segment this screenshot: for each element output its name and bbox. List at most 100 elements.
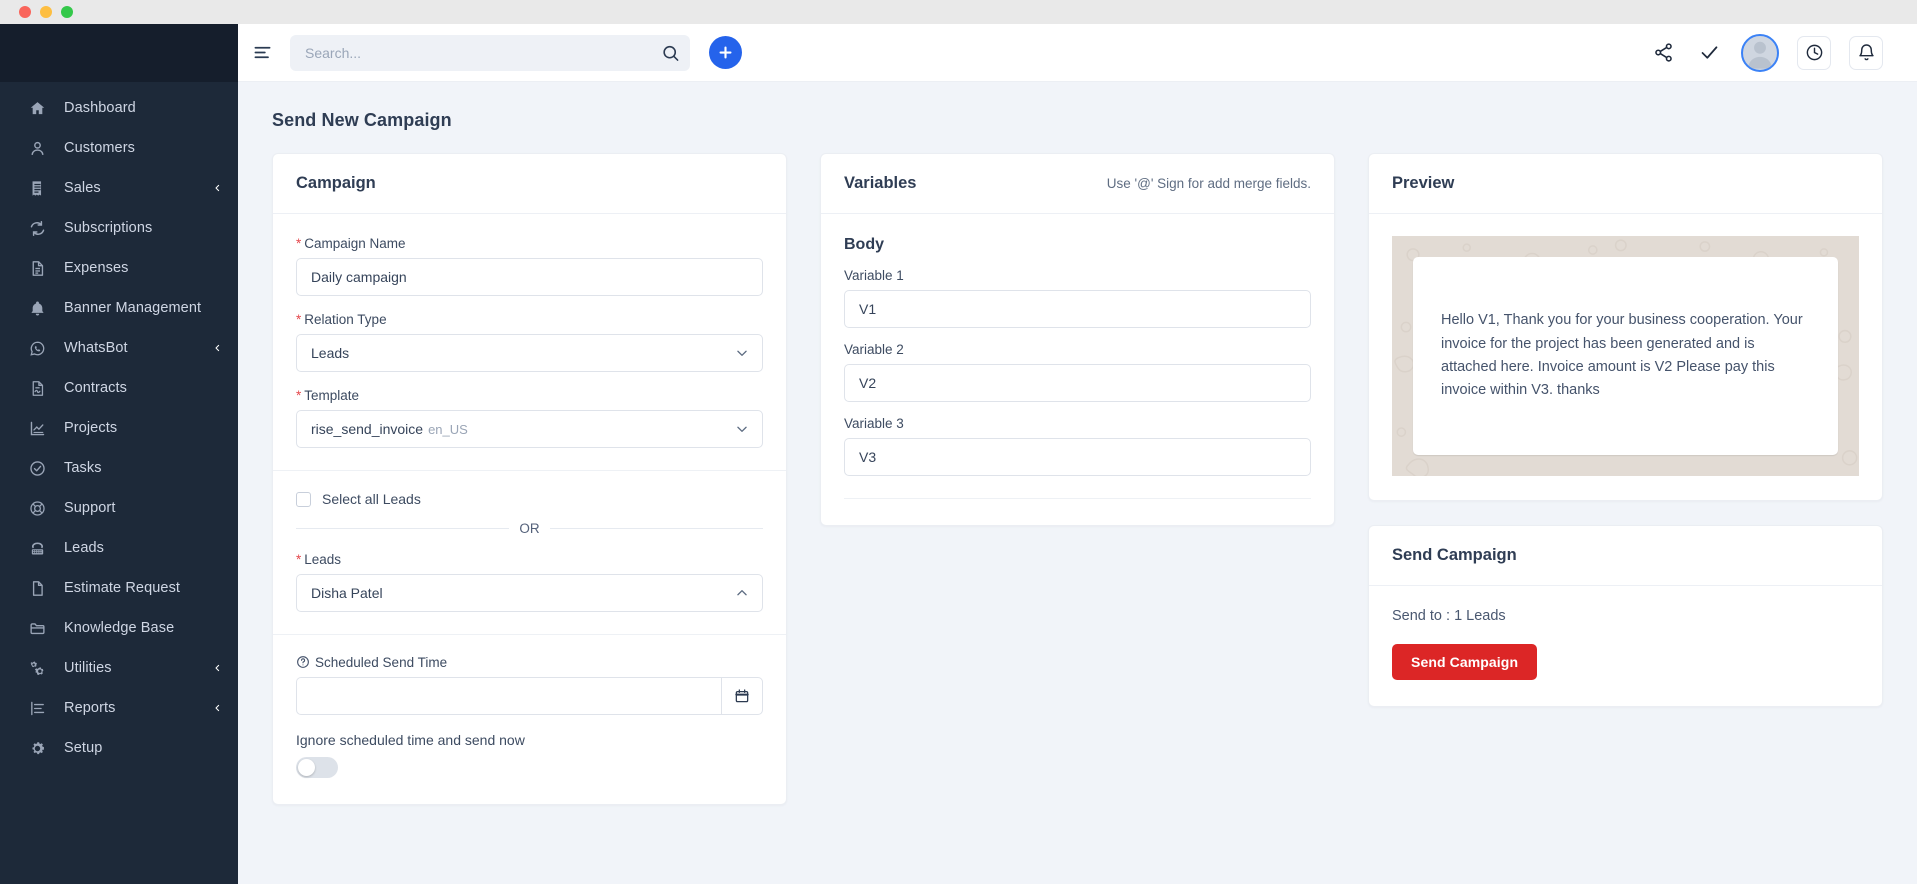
message-bubble: Hello V1, Thank you for your business co… [1413, 257, 1838, 455]
sidebar-item-label: Knowledge Base [64, 620, 222, 636]
scheduled-send-time-input[interactable] [296, 677, 721, 715]
sidebar-item-banner-management[interactable]: Banner Management [0, 288, 238, 328]
leads-label-text: Leads [304, 552, 341, 567]
sidebar-item-utilities[interactable]: Utilities [0, 648, 238, 688]
ignore-schedule-toggle[interactable] [296, 757, 338, 778]
variables-card: Variables Use '@' Sign for add merge fie… [820, 153, 1335, 526]
select-all-leads-checkbox[interactable] [296, 492, 311, 507]
sidebar-item-label: Utilities [64, 660, 213, 676]
variable-input[interactable] [844, 438, 1311, 476]
variable-input[interactable] [844, 290, 1311, 328]
variable-field: Variable 3 [844, 416, 1311, 476]
sidebar-item-whatsbot[interactable]: WhatsBot [0, 328, 238, 368]
column-campaign: Campaign *Campaign Name *Relation Type [272, 153, 787, 805]
folder-icon [24, 618, 50, 638]
required-marker: * [296, 236, 301, 251]
relation-type-label-text: Relation Type [304, 312, 386, 327]
chevron-down-icon [735, 346, 749, 360]
sidebar-item-label: Expenses [64, 260, 222, 276]
template-locale: en_US [428, 422, 468, 437]
avatar[interactable] [1741, 34, 1779, 72]
variable-field: Variable 1 [844, 268, 1311, 328]
window-minimize-button[interactable] [40, 6, 52, 18]
sidebar-item-label: Tasks [64, 460, 222, 476]
lifebuoy-icon [24, 498, 50, 518]
campaign-card-body: *Campaign Name *Relation Type Leads [273, 214, 786, 804]
sidebar-item-label: Reports [64, 700, 213, 716]
relation-type-select[interactable]: Leads [296, 334, 763, 372]
search-icon[interactable] [661, 43, 680, 62]
plus-icon[interactable] [709, 36, 742, 69]
home-icon [24, 98, 50, 118]
sidebar-item-contracts[interactable]: Contracts [0, 368, 238, 408]
variables-merge-hint: Use '@' Sign for add merge fields. [1107, 176, 1311, 191]
sidebar-nav-list: DashboardCustomersSalesSubscriptions Expe… [0, 82, 238, 768]
sidebar-item-leads[interactable]: Leads [0, 528, 238, 568]
sidebar-item-expenses[interactable]: Expenses [0, 248, 238, 288]
variable-field: Variable 2 [844, 342, 1311, 402]
campaign-name-label-text: Campaign Name [304, 236, 405, 251]
user-icon [24, 138, 50, 158]
select-all-leads-row: Select all Leads [296, 491, 763, 507]
chart-icon [24, 418, 50, 438]
preview-card-header: Preview [1369, 154, 1882, 214]
variables-body-heading: Body [844, 236, 1311, 254]
divider [844, 498, 1311, 499]
scheduled-send-time-group [296, 677, 763, 715]
check-icon[interactable] [1695, 39, 1723, 67]
sidebar-item-dashboard[interactable]: Dashboard [0, 88, 238, 128]
bar-list-icon [24, 698, 50, 718]
app-viewport: DashboardCustomersSalesSubscriptions Expe… [0, 24, 1917, 884]
sidebar-item-projects[interactable]: Projects [0, 408, 238, 448]
calendar-icon[interactable] [721, 677, 763, 715]
sidebar-item-label: Projects [64, 420, 222, 436]
sidebar-item-reports[interactable]: Reports [0, 688, 238, 728]
page-title: Send New Campaign [272, 110, 1883, 131]
leads-value: Disha Patel [311, 585, 383, 601]
variable-input[interactable] [844, 364, 1311, 402]
contract-icon [24, 378, 50, 398]
send-campaign-card: Send Campaign Send to : 1 Leads Send Cam… [1368, 525, 1883, 707]
header-actions [1649, 34, 1883, 72]
or-separator: OR [296, 521, 763, 536]
clock-icon[interactable] [1797, 36, 1831, 70]
template-select[interactable]: rise_send_invoice en_US [296, 410, 763, 448]
gears-icon [24, 658, 50, 678]
campaign-card: Campaign *Campaign Name *Relation Type [272, 153, 787, 805]
sidebar-item-knowledge-base[interactable]: Knowledge Base [0, 608, 238, 648]
browser-title-bar [0, 0, 1917, 24]
window-close-button[interactable] [19, 6, 31, 18]
sidebar-item-support[interactable]: Support [0, 488, 238, 528]
share-icon[interactable] [1649, 39, 1677, 67]
send-to-count: Send to : 1 Leads [1392, 608, 1859, 624]
document-icon [24, 578, 50, 598]
relation-type-value: Leads [311, 345, 349, 361]
refresh-icon [24, 218, 50, 238]
sidebar-item-customers[interactable]: Customers [0, 128, 238, 168]
template-label-text: Template [304, 388, 359, 403]
chevron-left-icon [213, 701, 222, 715]
leads-select[interactable]: Disha Patel [296, 574, 763, 612]
chevron-left-icon [213, 181, 222, 195]
hamburger-icon[interactable] [238, 43, 286, 62]
sidebar-item-tasks[interactable]: Tasks [0, 448, 238, 488]
bell-icon[interactable] [1849, 36, 1883, 70]
template-label: *Template [296, 388, 763, 403]
sidebar-item-setup[interactable]: Setup [0, 728, 238, 768]
window-maximize-button[interactable] [61, 6, 73, 18]
column-variables: Variables Use '@' Sign for add merge fie… [820, 153, 1335, 526]
search-input[interactable] [290, 35, 690, 71]
ignore-schedule-label: Ignore scheduled time and send now [296, 732, 763, 748]
sidebar-item-subscriptions[interactable]: Subscriptions [0, 208, 238, 248]
campaign-name-input[interactable] [296, 258, 763, 296]
leads-field: *Leads Disha Patel [296, 552, 763, 612]
main-content: Send New Campaign Campaign *Campaign Nam… [238, 82, 1917, 884]
send-campaign-card-header: Send Campaign [1369, 526, 1882, 586]
sidebar-item-label: Leads [64, 540, 222, 556]
sidebar: DashboardCustomersSalesSubscriptions Expe… [0, 24, 238, 884]
scheduled-send-time-label-text: Scheduled Send Time [315, 655, 447, 670]
sidebar-item-estimate-request[interactable]: Estimate Request [0, 568, 238, 608]
sidebar-item-sales[interactable]: Sales [0, 168, 238, 208]
variable-label: Variable 2 [844, 342, 1311, 357]
send-campaign-button[interactable]: Send Campaign [1392, 644, 1537, 680]
